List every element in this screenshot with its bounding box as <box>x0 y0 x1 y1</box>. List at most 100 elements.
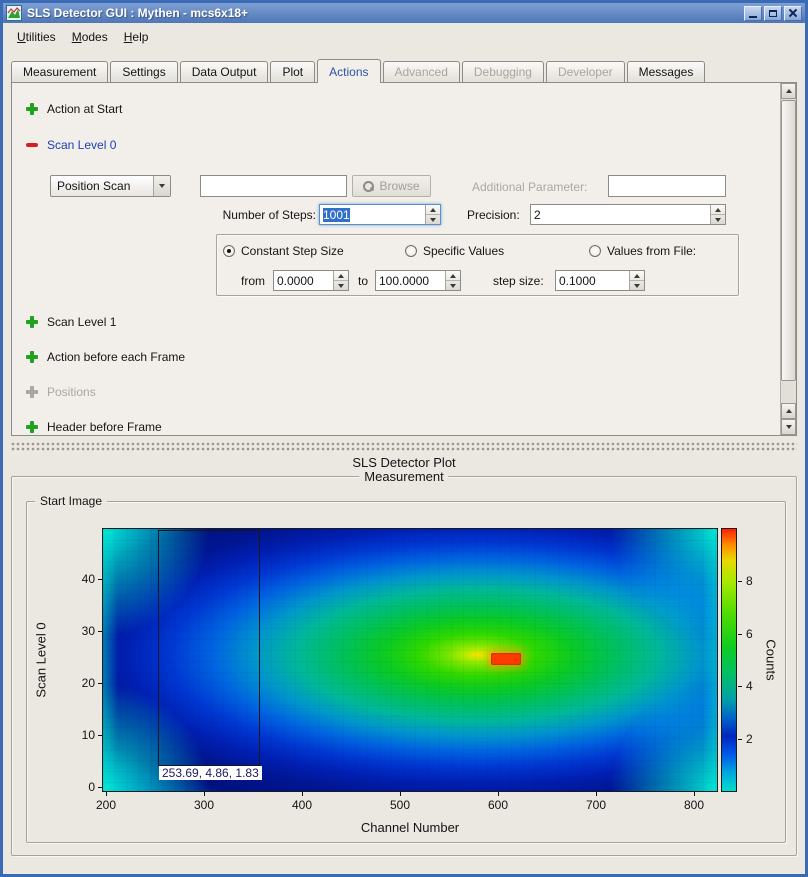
scroll-up-button-bottom[interactable] <box>781 403 796 419</box>
from-value: 0.0000 <box>274 271 333 290</box>
spin-down-button[interactable] <box>334 281 348 290</box>
radio-values-from-file[interactable]: Values from File: <box>589 244 696 258</box>
radio-values-from-file-label: Values from File: <box>607 244 696 258</box>
arrow-down-icon <box>715 218 721 222</box>
spin-buttons <box>629 271 644 290</box>
scan-script-input[interactable] <box>200 175 347 197</box>
splitter-handle[interactable] <box>11 442 797 451</box>
colorbar-tick-label: 4 <box>746 679 753 693</box>
spin-up-button[interactable] <box>426 205 440 215</box>
spin-down-button[interactable] <box>630 281 644 290</box>
expand-plus-icon[interactable] <box>26 316 38 328</box>
collapse-minus-icon[interactable] <box>26 139 38 151</box>
vertical-scrollbar[interactable] <box>780 83 796 435</box>
number-of-steps-label: Number of Steps: <box>212 208 316 222</box>
from-label: from <box>241 274 265 288</box>
x-tick-mark <box>498 792 499 796</box>
additional-parameter-label: Additional Parameter: <box>472 180 587 194</box>
radio-selected-icon[interactable] <box>223 245 235 257</box>
zoom-selection-rect <box>158 530 260 766</box>
colorbar <box>721 528 737 792</box>
menubar: Utilities Modes Help <box>3 23 805 51</box>
expand-plus-icon[interactable] <box>26 351 38 363</box>
close-button[interactable] <box>784 6 802 21</box>
start-image-groupbox: Start Image Scan Level 0 0 10 20 30 40 2… <box>26 501 786 843</box>
maximize-button[interactable] <box>764 6 782 21</box>
colorbar-axis-title: Counts <box>764 639 779 680</box>
action-before-frame-row[interactable]: Action before each Frame <box>26 350 185 364</box>
x-tick-label: 500 <box>390 798 410 812</box>
radio-constant-step[interactable]: Constant Step Size <box>223 244 344 258</box>
step-size-spinbox[interactable]: 0.1000 <box>555 270 645 291</box>
arrow-up-icon <box>450 274 456 278</box>
scroll-down-button[interactable] <box>781 419 796 435</box>
spin-down-button[interactable] <box>426 215 440 224</box>
precision-spinbox[interactable]: 2 <box>530 204 726 225</box>
scan-level-0-row[interactable]: Scan Level 0 <box>26 138 116 152</box>
colorbar-tick-mark <box>738 634 742 635</box>
action-at-start-row[interactable]: Action at Start <box>26 102 122 116</box>
header-before-frame-row[interactable]: Header before Frame <box>26 420 162 434</box>
y-tick-label: 20 <box>63 676 95 690</box>
scroll-up-button[interactable] <box>781 83 796 99</box>
menu-modes[interactable]: Modes <box>64 26 116 48</box>
actions-tab-pane: Action at Start Scan Level 0 Position Sc… <box>11 82 797 436</box>
from-spinbox[interactable]: 0.0000 <box>273 270 349 291</box>
step-size-label: step size: <box>493 274 544 288</box>
tab-advanced: Advanced <box>383 61 460 82</box>
heatmap-canvas[interactable]: 253.69, 4.86, 1.83 <box>102 528 718 792</box>
window-title: SLS Detector GUI : Mythen - mcs6x18+ <box>27 6 744 20</box>
expand-plus-icon[interactable] <box>26 103 38 115</box>
radio-specific-values[interactable]: Specific Values <box>405 244 504 258</box>
x-tick-mark <box>302 792 303 796</box>
arrow-up-icon <box>786 409 792 413</box>
menu-help[interactable]: Help <box>116 26 157 48</box>
to-spinbox[interactable]: 100.0000 <box>375 270 461 291</box>
combobox-dropdown-button[interactable] <box>153 176 170 196</box>
positions-row: Positions <box>26 385 96 399</box>
scrollbar-thumb[interactable] <box>781 100 796 381</box>
browse-button: Browse <box>352 175 431 197</box>
spin-up-button[interactable] <box>446 271 460 281</box>
close-icon <box>788 9 798 17</box>
titlebar[interactable]: SLS Detector GUI : Mythen - mcs6x18+ <box>3 3 805 23</box>
arrow-down-icon <box>450 284 456 288</box>
spin-up-button[interactable] <box>334 271 348 281</box>
x-tick-label: 600 <box>488 798 508 812</box>
scan-level-1-row[interactable]: Scan Level 1 <box>26 315 116 329</box>
start-image-groupbox-title: Start Image <box>35 494 107 508</box>
spin-down-button[interactable] <box>446 281 460 290</box>
tab-measurement[interactable]: Measurement <box>11 61 108 82</box>
scan-mode-value: Position Scan <box>51 176 153 196</box>
arrow-up-icon <box>715 208 721 212</box>
radio-icon[interactable] <box>405 245 417 257</box>
menu-utilities[interactable]: Utilities <box>9 26 64 48</box>
tab-actions[interactable]: Actions <box>317 59 380 83</box>
arrow-down-icon <box>430 218 436 222</box>
arrow-up-icon <box>634 274 640 278</box>
colorbar-tick-mark <box>738 581 742 582</box>
tab-settings[interactable]: Settings <box>110 61 177 82</box>
precision-label: Precision: <box>467 208 520 222</box>
y-axis-title: Scan Level 0 <box>34 622 49 697</box>
tab-plot[interactable]: Plot <box>270 61 315 82</box>
radio-icon[interactable] <box>589 245 601 257</box>
y-tick-label: 10 <box>63 728 95 742</box>
spin-up-button[interactable] <box>630 271 644 281</box>
additional-parameter-input[interactable] <box>608 175 726 197</box>
scan-mode-combobox[interactable]: Position Scan <box>50 175 171 197</box>
tab-data-output[interactable]: Data Output <box>180 61 269 82</box>
radio-specific-values-label: Specific Values <box>423 244 504 258</box>
spin-up-button[interactable] <box>711 205 725 215</box>
spin-buttons <box>710 205 725 224</box>
expand-plus-icon[interactable] <box>26 421 38 433</box>
maximize-icon <box>769 10 777 17</box>
tab-messages[interactable]: Messages <box>627 61 706 82</box>
spin-down-button[interactable] <box>711 215 725 224</box>
action-at-start-label: Action at Start <box>47 102 122 116</box>
number-of-steps-spinbox[interactable]: 1001 <box>319 204 441 225</box>
minimize-button[interactable] <box>744 6 762 21</box>
to-label: to <box>358 274 368 288</box>
scan-level-0-label: Scan Level 0 <box>47 138 116 152</box>
arrow-down-icon <box>338 284 344 288</box>
